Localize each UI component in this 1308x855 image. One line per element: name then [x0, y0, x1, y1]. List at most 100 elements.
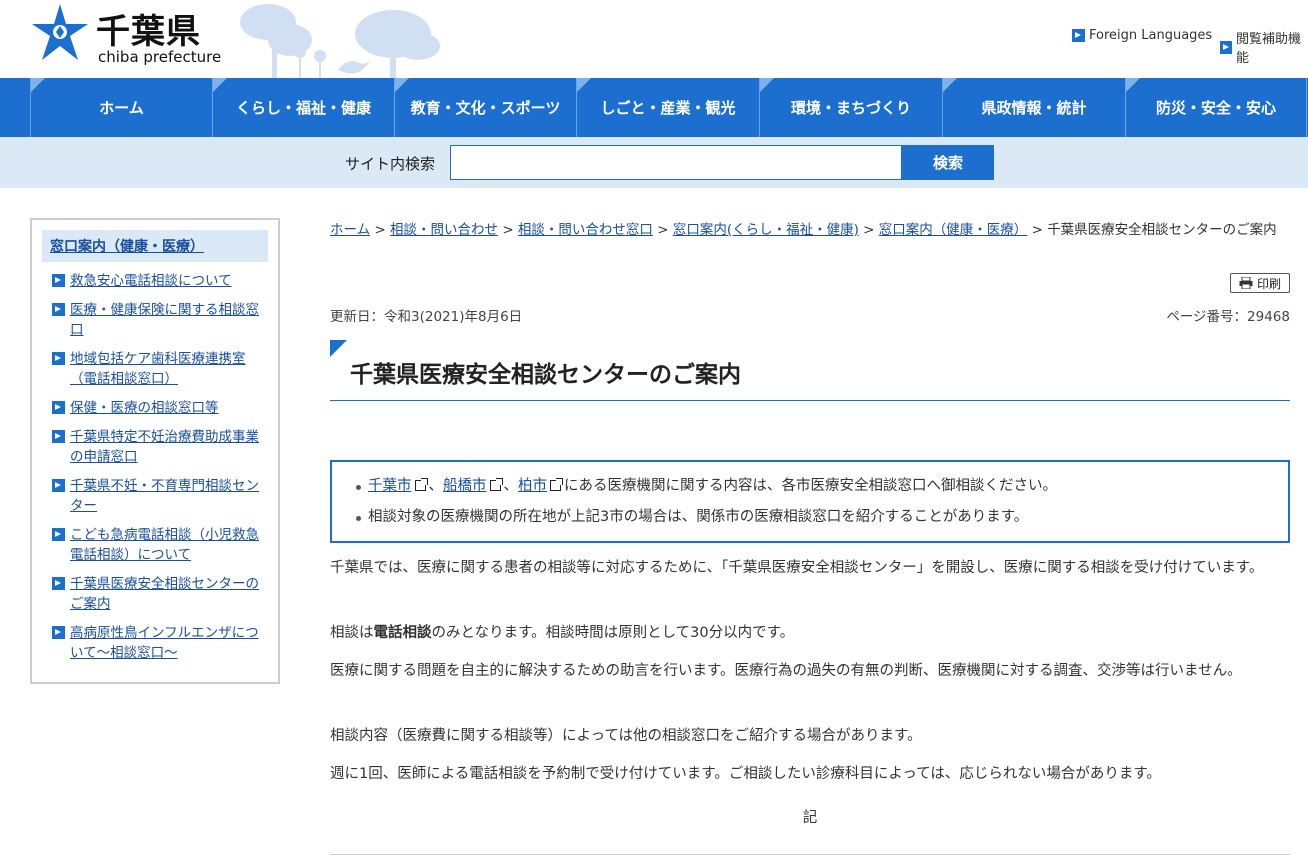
nav-home[interactable]: ホーム: [30, 78, 212, 137]
search-input[interactable]: [450, 145, 902, 180]
notice-line: 千葉市 、船橋市 、柏市 にある医療機関に関する内容は、各市医療安全相談窓口へ御相談く…: [352, 471, 1268, 502]
breadcrumb-separator: >: [502, 222, 514, 238]
body-paragraph: 週に1回、医師による電話相談を予約制で受け付けています。ご相談したい診療科目によ…: [330, 766, 1161, 782]
city-link-chiba[interactable]: 千葉市: [368, 478, 412, 494]
sidebar-item-link[interactable]: 地域包括ケア歯科医療連携室（電話相談窓口）: [70, 351, 246, 387]
sidebar-item-link[interactable]: 千葉県特定不妊治療費助成事業の申請窓口: [70, 429, 259, 465]
notice-text: にある医療機関に関する内容は、各市医療安全相談窓口へ御相談ください。: [564, 478, 1057, 494]
breadcrumb-separator: >: [657, 222, 669, 238]
nav-education-culture-sports[interactable]: 教育・文化・スポーツ: [394, 78, 576, 137]
nav-disaster-safety[interactable]: 防災・安全・安心: [1125, 78, 1307, 137]
sidebar-item-link[interactable]: 保健・医療の相談窓口等: [70, 400, 219, 416]
notice-separator: 、: [503, 478, 519, 494]
sidebar: 窓口案内（健康・医療） 救急安心電話相談について 医療・健康保険に関する相談窓口…: [30, 218, 280, 684]
accessibility-label: 閲覧補助機能: [1236, 32, 1302, 66]
site-logo[interactable]: 千葉県 chiba prefecture: [30, 2, 230, 68]
chiba-star-logo-icon: [32, 4, 88, 60]
arrow-right-icon: [52, 401, 65, 414]
nav-work-industry-tourism[interactable]: しごと・産業・観光: [576, 78, 759, 137]
breadcrumb: ホーム > 相談・問い合わせ > 相談・問い合わせ窓口 > 窓口案内(くらし・福…: [330, 218, 1290, 243]
sidebar-item: こども急病電話相談（小児救急電話相談）について: [42, 525, 268, 565]
print-label: 印刷: [1256, 276, 1281, 291]
sidebar-item-link[interactable]: 高病原性鳥インフルエンザについて～相談窓口～: [70, 625, 259, 661]
nav-label: ホーム: [99, 99, 144, 117]
nav-label: 防災・安全・安心: [1155, 99, 1276, 117]
site-search-bar: サイト内検索 検索: [0, 137, 1308, 188]
sidebar-item: 千葉県特定不妊治療費助成事業の申請窓口: [42, 427, 268, 467]
paragraph-text: 相談は: [330, 625, 374, 641]
updated-date: 更新日：令和3(2021)年8月6日: [330, 309, 523, 325]
city-link-kashiwa[interactable]: 柏市: [518, 478, 547, 494]
sidebar-item-link[interactable]: 医療・健康保険に関する相談窓口: [70, 302, 259, 338]
printer-icon: [1239, 277, 1253, 289]
nav-label: しごと・産業・観光: [600, 99, 736, 117]
breadcrumb-separator: >: [863, 222, 875, 238]
arrow-right-icon: [52, 528, 65, 541]
body-paragraph: 相談内容（医療費に関する相談等）によっては他の相談窓口をご紹介する場合があります…: [330, 728, 922, 744]
nav-government-statistics[interactable]: 県政情報・統計: [942, 78, 1125, 137]
search-label: サイト内検索: [345, 155, 436, 173]
body-paragraph: 医療に関する問題を自主的に解決するための助言を行います。医療行為の過失の有無の判…: [330, 663, 1242, 679]
sidebar-item-link[interactable]: 救急安心電話相談について: [70, 273, 232, 289]
city-link-funabashi[interactable]: 船橋市: [443, 478, 487, 494]
breadcrumb-link[interactable]: 窓口案内(くらし・福祉・健康): [673, 222, 859, 238]
header-tree-decoration-icon: [240, 4, 440, 78]
arrow-right-icon: [52, 430, 65, 443]
external-link-icon: [414, 478, 428, 491]
nav-label: 教育・文化・スポーツ: [410, 99, 561, 117]
breadcrumb-separator: >: [1031, 222, 1043, 238]
paragraph-text: のみとなります。相談時間は原則として30分以内です。: [431, 625, 795, 641]
nav-environment-town[interactable]: 環境・まちづくり: [759, 78, 942, 137]
sidebar-item: 千葉県医療安全相談センターのご案内: [42, 574, 268, 614]
logo-subtitle: chiba prefecture: [98, 48, 222, 66]
body-paragraph: 相談は電話相談のみとなります。相談時間は原則として30分以内です。: [330, 621, 1290, 646]
sidebar-item: 保健・医療の相談窓口等: [42, 398, 268, 418]
breadcrumb-current: 千葉県医療安全相談センターのご案内: [1047, 222, 1277, 238]
nav-label: 県政情報・統計: [981, 99, 1087, 117]
arrow-right-icon: [52, 626, 65, 639]
logo-title: 千葉県: [96, 12, 201, 52]
sidebar-item-link[interactable]: 千葉県不妊・不育専門相談センター: [70, 478, 259, 514]
paragraph-emphasis: 電話相談: [373, 625, 432, 641]
arrow-right-icon: [52, 479, 65, 492]
nav-living-welfare-health[interactable]: くらし・福祉・健康: [212, 78, 394, 137]
body-paragraph: 千葉県では、医療に関する患者の相談等に対応するために、「千葉県医療安全相談センタ…: [330, 560, 1264, 576]
global-nav: ホーム くらし・福祉・健康 教育・文化・スポーツ しごと・産業・観光 環境・まち…: [0, 78, 1308, 137]
breadcrumb-separator: >: [374, 222, 386, 238]
sidebar-item: 地域包括ケア歯科医療連携室（電話相談窓口）: [42, 349, 268, 389]
search-button[interactable]: 検索: [902, 145, 994, 180]
main-content: ホーム > 相談・問い合わせ > 相談・問い合わせ窓口 > 窓口案内(くらし・福…: [330, 218, 1290, 855]
page-title: 千葉県医療安全相談センターのご案内: [350, 362, 741, 388]
arrow-right-icon: [52, 274, 65, 287]
page-number: ページ番号：29468: [1166, 309, 1290, 325]
site-header: 千葉県 chiba prefecture Foreign Languages 閲…: [0, 0, 1308, 78]
sidebar-item: 医療・健康保険に関する相談窓口: [42, 300, 268, 340]
nav-label: 環境・まちづくり: [790, 99, 911, 117]
print-button[interactable]: 印刷: [1230, 273, 1290, 293]
ki-heading: 記: [802, 810, 818, 826]
arrow-right-icon: [52, 577, 65, 590]
sidebar-heading: 窓口案内（健康・医療）: [42, 230, 268, 262]
external-link-icon: [550, 478, 563, 491]
sidebar-item: 救急安心電話相談について: [42, 271, 268, 291]
foreign-languages-link[interactable]: Foreign Languages: [1072, 28, 1212, 43]
notice-box: 千葉市 、船橋市 、柏市 にある医療機関に関する内容は、各市医療安全相談窓口へ御相談く…: [330, 460, 1290, 543]
arrow-right-icon: [52, 352, 65, 365]
foreign-languages-label: Foreign Languages: [1089, 28, 1213, 43]
breadcrumb-link[interactable]: ホーム: [330, 222, 370, 238]
breadcrumb-link[interactable]: 相談・問い合わせ窓口: [518, 222, 653, 238]
notice-line: 相談対象の医療機関の所在地が上記3市の場合は、関係市の医療相談窓口を紹介すること…: [352, 502, 1268, 533]
sidebar-heading-link[interactable]: 窓口案内（健康・医療）: [50, 239, 204, 255]
sidebar-item: 高病原性鳥インフルエンザについて～相談窓口～: [42, 623, 268, 663]
breadcrumb-link[interactable]: 相談・問い合わせ: [390, 222, 498, 238]
arrow-right-icon: [1072, 29, 1085, 42]
nav-label: くらし・福祉・健康: [235, 99, 371, 117]
notice-text: 相談対象の医療機関の所在地が上記3市の場合は、関係市の医療相談窓口を紹介すること…: [368, 509, 1029, 525]
notice-separator: 、: [428, 478, 444, 494]
sidebar-item-link[interactable]: こども急病電話相談（小児救急電話相談）について: [70, 527, 259, 563]
accessibility-link[interactable]: 閲覧補助機能: [1220, 28, 1308, 66]
external-link-icon: [489, 478, 503, 491]
sidebar-item-link[interactable]: 千葉県医療安全相談センターのご案内: [70, 576, 259, 612]
breadcrumb-link[interactable]: 窓口案内（健康・医療）: [879, 222, 1028, 238]
sidebar-item: 千葉県不妊・不育専門相談センター: [42, 476, 268, 516]
